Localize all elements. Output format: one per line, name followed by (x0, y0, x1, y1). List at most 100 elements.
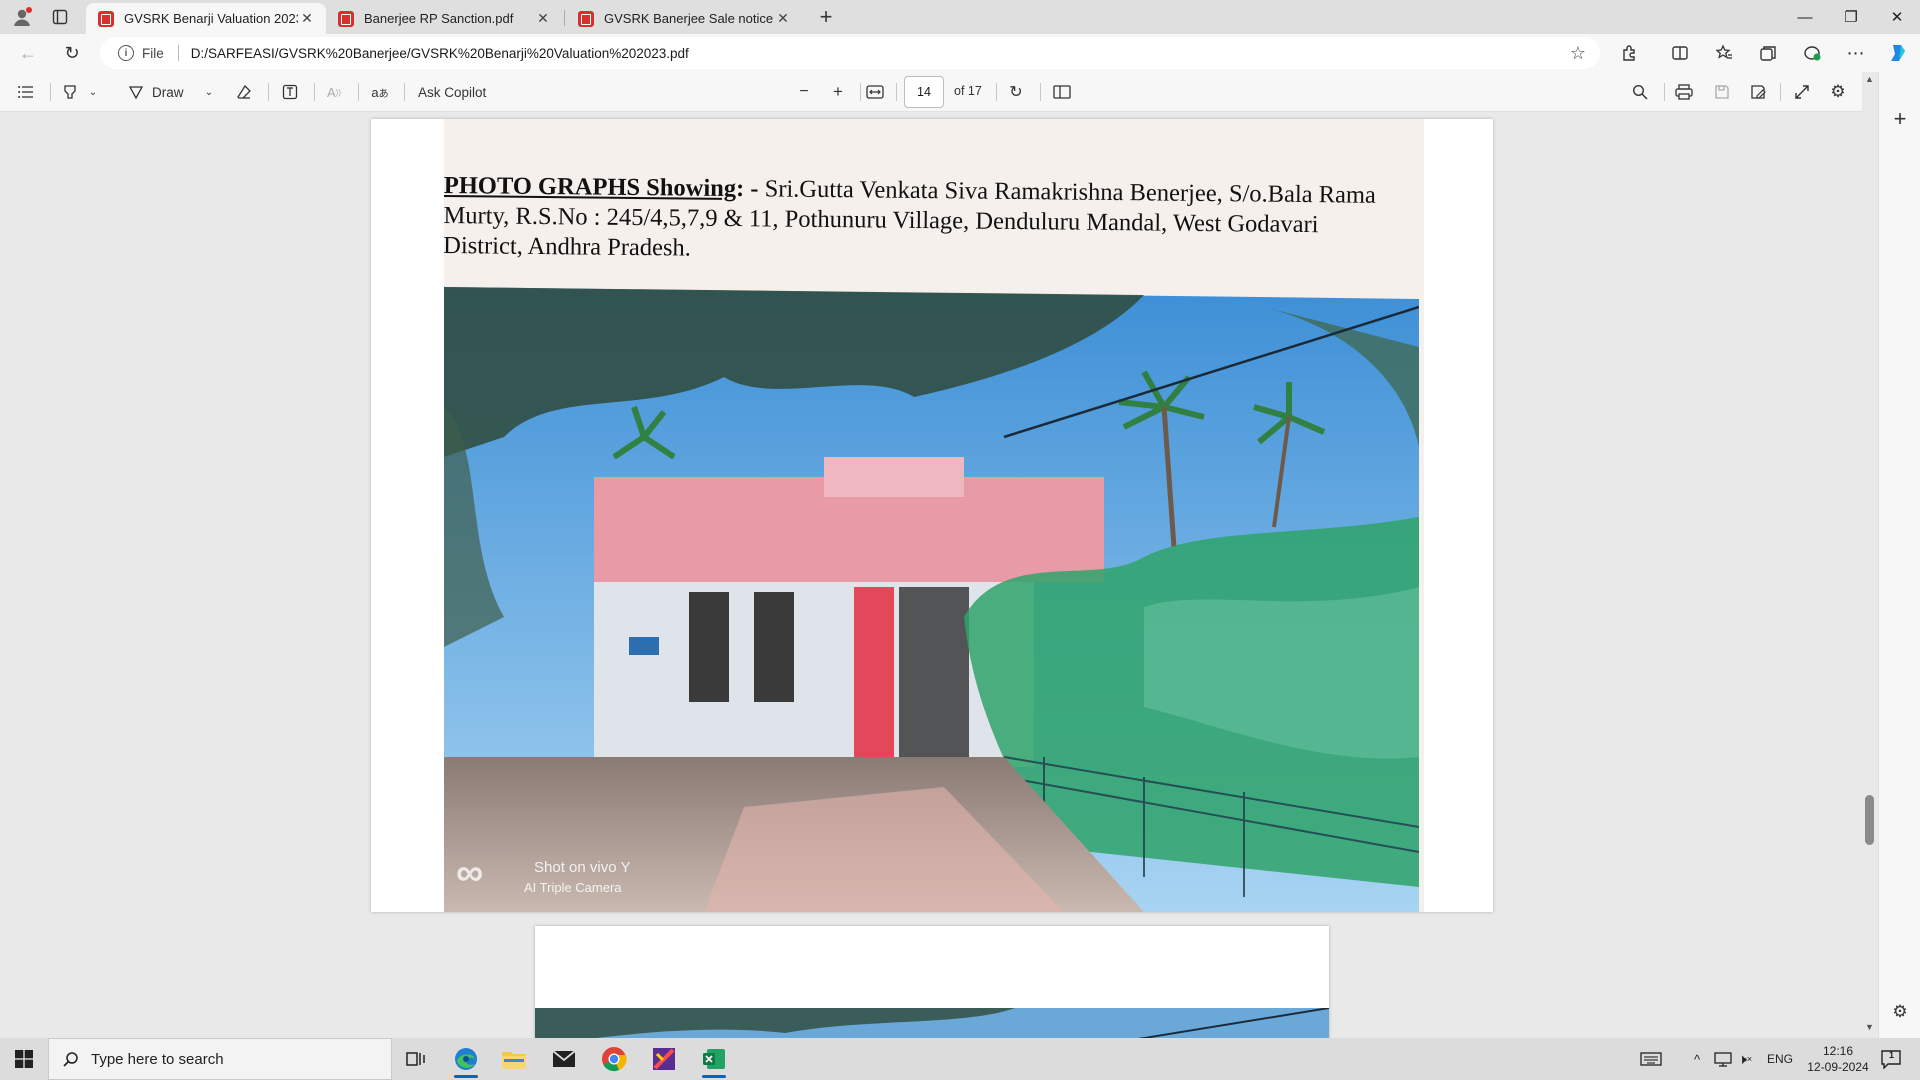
caption-line-1: Sri.Gutta Venkata Siva Ramakrishna Bener… (764, 175, 1377, 209)
search-icon (63, 1051, 79, 1067)
pdf-page-next (535, 926, 1329, 1038)
pdf-viewer[interactable]: PHOTO GRAPHS Showing: - Sri.Gutta Venkat… (0, 113, 1862, 1038)
new-tab-button[interactable]: + (814, 4, 838, 29)
close-tab-icon[interactable]: ✕ (534, 10, 552, 27)
fit-to-width-icon[interactable] (862, 80, 888, 104)
next-page-photo-top (535, 1008, 1329, 1038)
minimize-button[interactable]: — (1782, 0, 1828, 34)
favorites-icon[interactable] (1712, 41, 1736, 65)
page-number-input[interactable]: 14 (904, 76, 944, 108)
print-icon[interactable] (1672, 80, 1696, 104)
save-icon[interactable] (1710, 80, 1734, 104)
page-total-label: of 17 (954, 84, 982, 98)
close-window-button[interactable]: ✕ (1874, 0, 1920, 34)
ask-copilot-button[interactable]: Ask Copilot (418, 80, 486, 104)
keyboard-icon[interactable] (1640, 1038, 1662, 1080)
favorite-star-icon[interactable]: ☆ (1570, 43, 1586, 64)
search-in-document-icon[interactable] (1628, 80, 1652, 104)
tab-actions-icon[interactable] (48, 5, 72, 29)
pdf-file-icon (98, 10, 114, 27)
copilot-icon[interactable] (1886, 41, 1910, 65)
tab-title: GVSRK Banerjee Sale notice Nov (604, 11, 774, 26)
tab-rp-sanction[interactable]: Banerjee RP Sanction.pdf ✕ (326, 3, 562, 34)
collections-icon[interactable] (1756, 41, 1780, 65)
restore-button[interactable]: ❐ (1828, 0, 1874, 34)
tab-sale-notice[interactable]: GVSRK Banerjee Sale notice Nov ✕ (566, 3, 802, 34)
sidebar-settings-icon[interactable]: ⚙ (1888, 1002, 1912, 1026)
paint-app-icon[interactable] (640, 1038, 688, 1080)
scroll-up-icon[interactable]: ▲ (1865, 74, 1874, 84)
back-button[interactable]: ← (16, 41, 40, 65)
clock[interactable]: 12:16 12-09-2024 (1804, 1038, 1872, 1080)
photo-caption: PHOTO GRAPHS Showing: - Sri.Gutta Venkat… (444, 171, 1404, 271)
toolbar-divider (996, 83, 997, 101)
clock-time: 12:16 (1822, 1044, 1854, 1058)
search-placeholder: Type here to search (91, 1050, 224, 1068)
pdf-file-icon (338, 10, 354, 27)
task-view-icon[interactable] (392, 1038, 440, 1080)
taskbar-search-box[interactable]: Type here to search (48, 1038, 392, 1080)
fullscreen-icon[interactable] (1790, 80, 1814, 104)
photo-watermark-line-1: Shot on vivo Y (534, 859, 630, 876)
address-row: ← ↻ i File D:/SARFEASI/GVSRK%20Banerjee/… (0, 34, 1920, 72)
toolbar-divider (268, 83, 269, 101)
rotate-icon[interactable]: ↻ (1004, 80, 1028, 104)
page-view-icon[interactable] (1050, 80, 1074, 104)
zoom-out-icon[interactable]: − (792, 80, 816, 104)
profile-icon[interactable] (10, 5, 34, 29)
notifications-icon[interactable]: 1 (1880, 1038, 1902, 1080)
scroll-down-icon[interactable]: ▼ (1865, 1022, 1874, 1032)
draw-icon[interactable] (126, 80, 146, 104)
tab-bar: GVSRK Benarji Valuation 2023.pdf ✕ Baner… (0, 0, 1920, 34)
eraser-icon[interactable] (232, 80, 256, 104)
add-sidebar-app-icon[interactable]: + (1888, 106, 1912, 131)
pdf-page: PHOTO GRAPHS Showing: - Sri.Gutta Venkat… (371, 119, 1493, 912)
start-button[interactable] (0, 1038, 48, 1080)
table-of-contents-icon[interactable] (14, 80, 38, 104)
address-bar[interactable]: i File D:/SARFEASI/GVSRK%20Banerjee/GVSR… (100, 37, 1600, 69)
tab-title: Banerjee RP Sanction.pdf (364, 11, 514, 26)
add-text-icon[interactable] (278, 80, 302, 104)
draw-button-label[interactable]: Draw (152, 80, 184, 104)
toolbar-divider (896, 83, 897, 101)
highlight-icon[interactable] (58, 80, 82, 104)
zoom-in-icon[interactable]: + (826, 80, 850, 104)
file-explorer-icon[interactable] (490, 1038, 538, 1080)
tab-gvsrk-valuation[interactable]: GVSRK Benarji Valuation 2023.pdf ✕ (86, 3, 326, 34)
highlight-dropdown-icon[interactable]: ⌄ (86, 80, 100, 104)
settings-gear-icon[interactable]: ⚙ (1826, 80, 1850, 104)
edge-app-icon[interactable] (442, 1038, 490, 1080)
split-screen-icon[interactable] (1668, 41, 1692, 65)
info-icon[interactable]: i (118, 45, 134, 61)
close-tab-icon[interactable]: ✕ (774, 10, 792, 27)
extensions-icon[interactable] (1618, 41, 1642, 65)
scrollbar-thumb[interactable] (1865, 795, 1874, 845)
close-tab-icon[interactable]: ✕ (298, 10, 316, 27)
chrome-app-icon[interactable] (590, 1038, 638, 1080)
vertical-scrollbar[interactable]: ▲ ▼ (1862, 72, 1878, 1038)
show-hidden-icons-icon[interactable]: ^ (1694, 1038, 1700, 1080)
scheme-label: File (142, 45, 164, 61)
volume-muted-icon[interactable]: 🕨 × (1738, 1038, 1752, 1080)
pdf-file-icon (578, 10, 594, 27)
more-options-icon[interactable]: ⋯ (1844, 41, 1868, 65)
camera-logo: ∞ (456, 852, 483, 894)
tab-separator (564, 10, 565, 26)
network-icon[interactable] (1714, 1038, 1732, 1080)
toolbar-divider (404, 83, 405, 101)
draw-dropdown-icon[interactable]: ⌄ (202, 80, 216, 104)
browser-essentials-icon[interactable] (1800, 41, 1824, 65)
language-indicator[interactable]: ENG (1767, 1038, 1793, 1080)
translate-icon[interactable]: aあ (368, 80, 392, 104)
url-text[interactable]: D:/SARFEASI/GVSRK%20Banerjee/GVSRK%20Ben… (191, 46, 689, 61)
refresh-button[interactable]: ↻ (60, 41, 84, 65)
caption-label: PHOTO GRAPHS Showing (444, 171, 737, 203)
photo-watermark-line-2: AI Triple Camera (524, 880, 622, 895)
excel-app-icon[interactable] (690, 1038, 738, 1080)
clock-date: 12-09-2024 (1807, 1060, 1869, 1074)
save-as-icon[interactable] (1746, 80, 1770, 104)
toolbar-divider (860, 83, 861, 101)
read-aloud-icon[interactable]: A)) (322, 80, 346, 104)
pdf-toolbar: ⌄ Draw ⌄ A)) aあ Ask Copilot − + 14 of 17… (0, 72, 1878, 112)
mail-app-icon[interactable] (540, 1038, 588, 1080)
